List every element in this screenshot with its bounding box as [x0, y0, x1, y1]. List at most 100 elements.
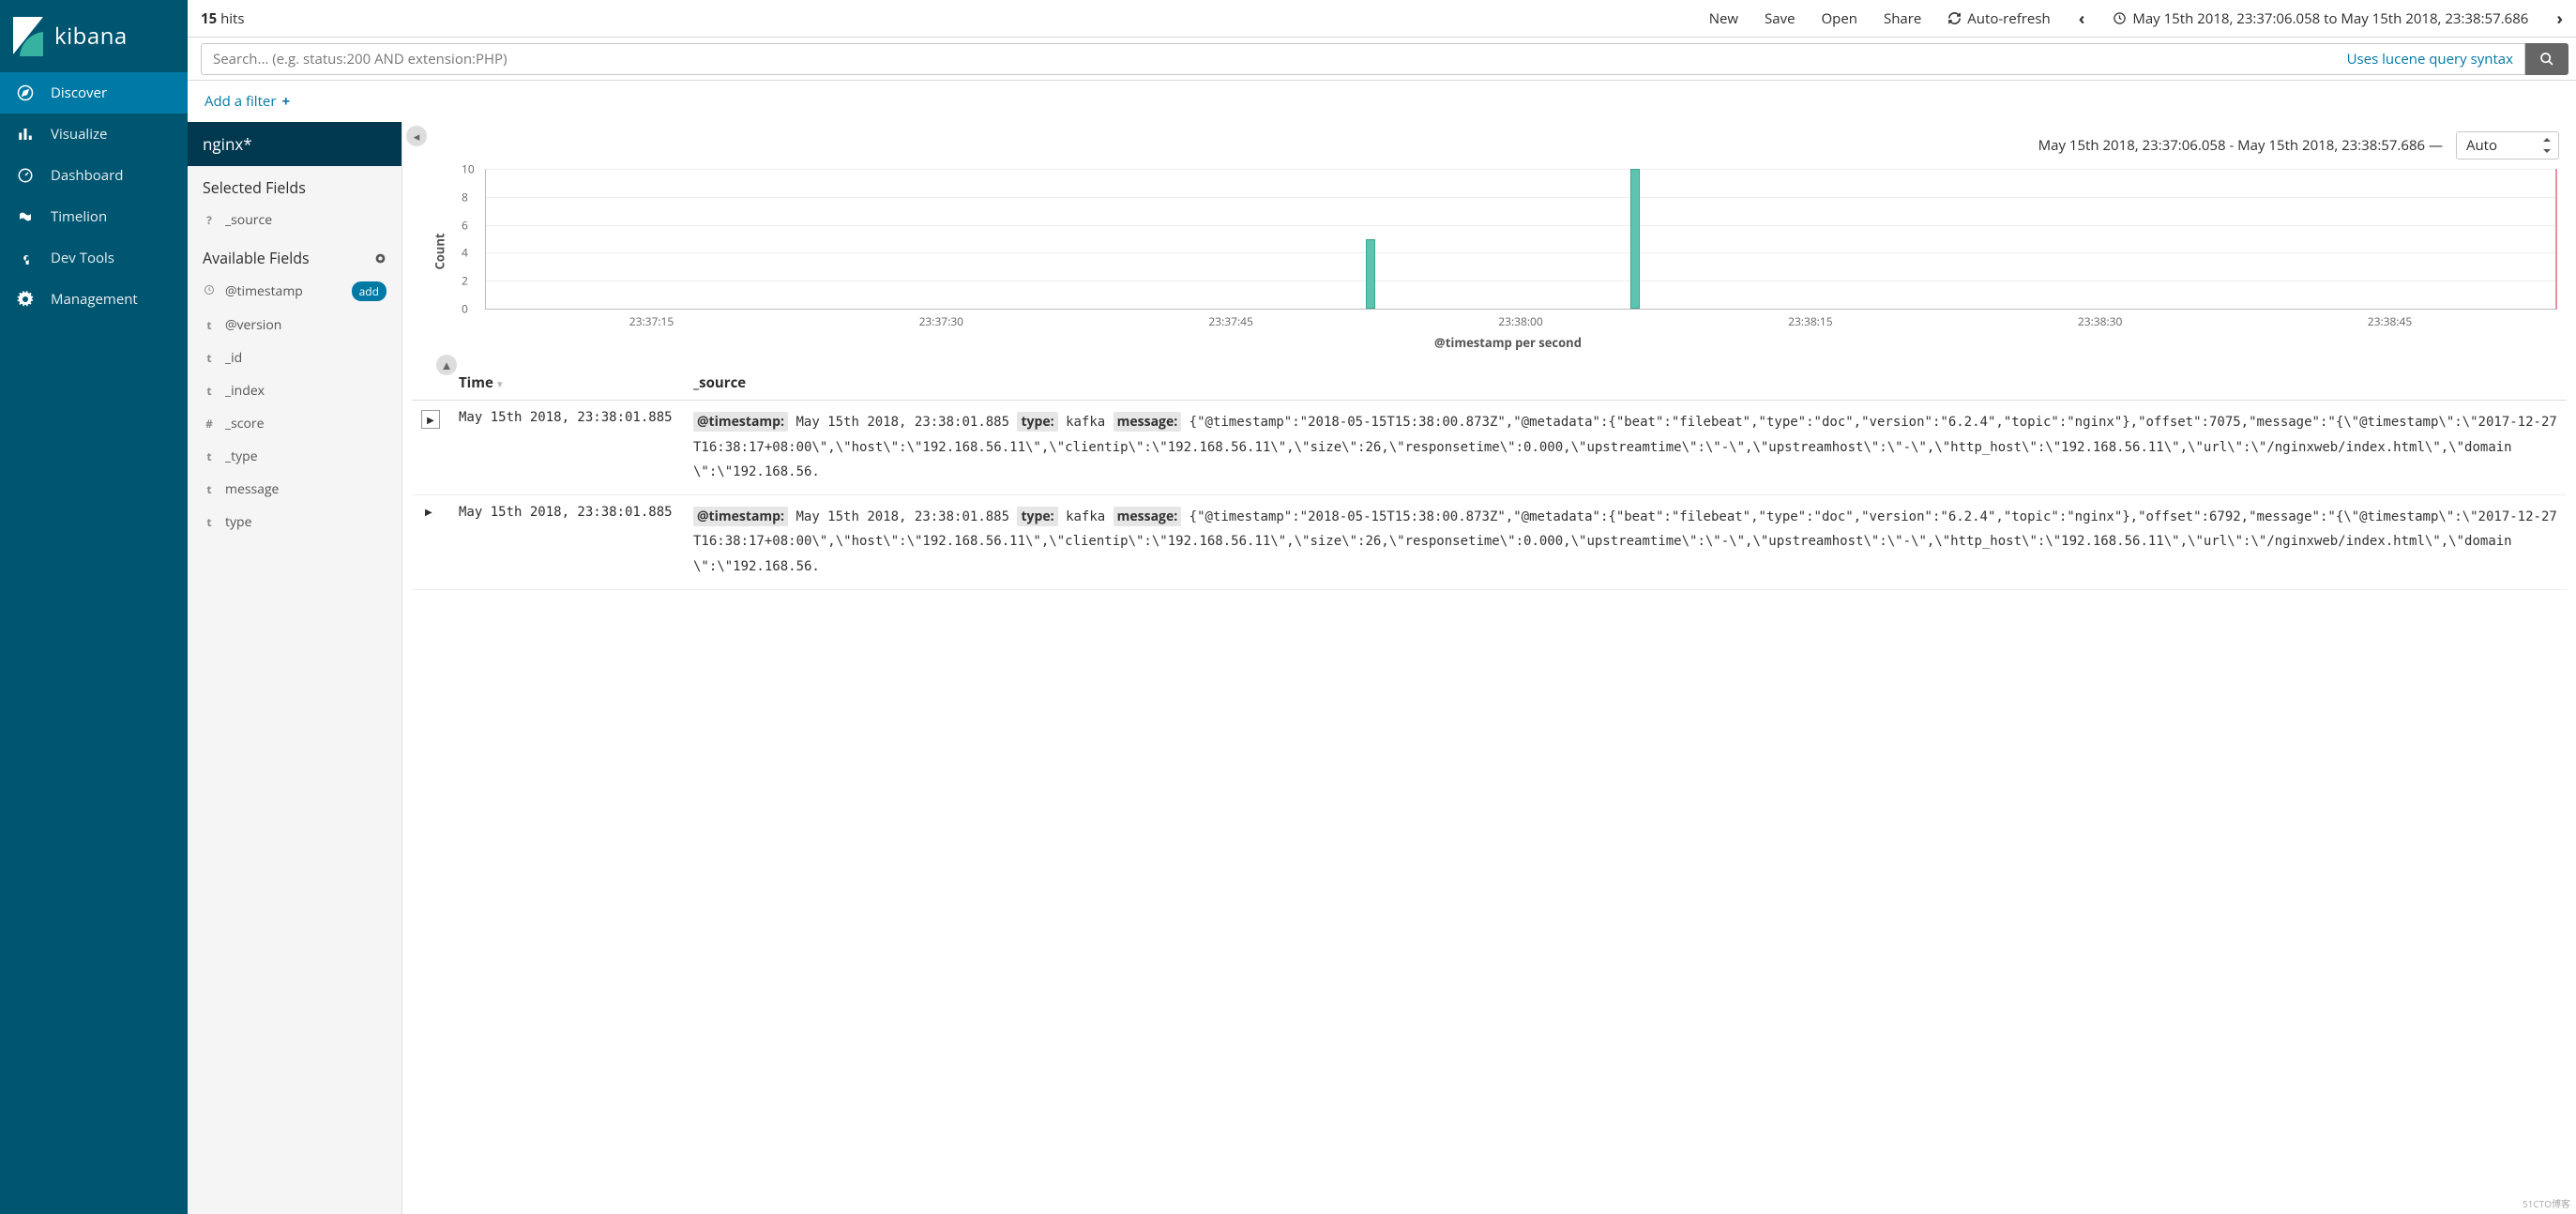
watermark: 51CTO博客 — [2523, 1196, 2570, 1210]
nav-label: Dashboard — [51, 166, 123, 185]
brand: kibana — [0, 0, 188, 72]
histogram-chart: Count 246810023:37:1523:37:3023:37:4523:… — [459, 169, 2557, 347]
field-type2[interactable]: ttype — [188, 506, 402, 539]
brand-name: kibana — [54, 21, 128, 52]
expand-row-button[interactable]: ▶ — [421, 410, 440, 429]
field-type[interactable]: t _type — [188, 440, 402, 473]
y-axis-label: Count — [432, 233, 448, 269]
field-source[interactable]: ? _source — [188, 204, 402, 236]
nav-dashboard[interactable]: Dashboard — [0, 155, 188, 196]
search-input[interactable]: Search... (e.g. status:200 AND extension… — [201, 43, 2525, 75]
nav-discover[interactable]: Discover — [0, 72, 188, 114]
field-sidebar: nginx* Selected Fields ? _source Availab… — [188, 122, 402, 1214]
source-header: _source — [684, 366, 2567, 401]
x-axis-label: @timestamp per second — [459, 334, 2557, 351]
index-pattern[interactable]: nginx* — [188, 122, 402, 166]
new-button[interactable]: New — [1705, 9, 1742, 28]
field-name: type — [225, 513, 251, 531]
time-prev-button[interactable]: ‹ — [2073, 8, 2091, 30]
nav-devtools[interactable]: Dev Tools — [0, 237, 188, 279]
fieldtype-unknown-icon: ? — [203, 212, 216, 228]
clock-icon — [203, 283, 216, 299]
field-name: message — [225, 480, 279, 498]
add-filter-button[interactable]: Add a filter + — [205, 92, 290, 111]
fieldtype-text-icon: t — [203, 317, 216, 333]
search-placeholder: Search... (e.g. status:200 AND extension… — [213, 50, 508, 68]
gauge-icon — [17, 167, 34, 184]
refresh-icon — [1947, 11, 1962, 25]
table-row: ▶ May 15th 2018, 23:38:01.885@timestamp: … — [412, 494, 2567, 589]
search-hint[interactable]: Uses lucene query syntax — [2347, 50, 2513, 68]
field-name: _type — [225, 448, 258, 465]
main: 15 hits New Save Open Share Auto-refresh… — [188, 0, 2576, 1214]
collapse-histogram-button[interactable]: ▲ — [436, 355, 457, 375]
nav-label: Management — [51, 290, 138, 309]
field-timestamp[interactable]: @timestamp add — [188, 274, 402, 309]
bar-chart-icon — [17, 126, 34, 143]
fieldtype-text-icon: t — [203, 350, 216, 366]
time-header[interactable]: Time▼ — [449, 366, 684, 401]
add-field-button[interactable]: add — [352, 281, 386, 301]
collapse-sidebar-button[interactable]: ◂ — [406, 126, 427, 146]
save-button[interactable]: Save — [1761, 9, 1798, 28]
field-name: _index — [225, 382, 265, 400]
sort-desc-icon: ▼ — [495, 377, 505, 390]
nav-label: Timelion — [51, 207, 107, 226]
histogram-bar[interactable] — [1630, 169, 1640, 309]
kibana-logo-icon — [13, 17, 43, 56]
field-name: @version — [225, 316, 281, 334]
plus-icon: + — [282, 92, 291, 111]
row-source: @timestamp: May 15th 2018, 23:38:01.885 … — [684, 494, 2567, 589]
table-row: ▶May 15th 2018, 23:38:01.885@timestamp: … — [412, 401, 2567, 495]
nav-visualize[interactable]: Visualize — [0, 114, 188, 155]
timerange-label: May 15th 2018, 23:37:06.058 to May 15th … — [2132, 9, 2528, 28]
field-message[interactable]: t message — [188, 473, 402, 506]
autorefresh-button[interactable]: Auto-refresh — [1944, 9, 2053, 28]
share-button[interactable]: Share — [1880, 9, 1925, 28]
nav-timelion[interactable]: Timelion — [0, 196, 188, 237]
selected-fields-header: Selected Fields — [188, 166, 402, 204]
field-id[interactable]: t _id — [188, 341, 402, 374]
fieldtype-number-icon: # — [203, 416, 216, 432]
available-fields-header: Available Fields — [188, 236, 402, 274]
search-button[interactable] — [2525, 43, 2568, 75]
topbar: 15 hits New Save Open Share Auto-refresh… — [188, 0, 2576, 38]
nav-label: Visualize — [51, 125, 107, 144]
histogram-range: May 15th 2018, 23:37:06.058 - May 15th 2… — [2038, 136, 2443, 155]
autorefresh-label: Auto-refresh — [1967, 9, 2050, 28]
clock-icon — [2113, 11, 2127, 25]
timerange-picker[interactable]: May 15th 2018, 23:37:06.058 to May 15th … — [2109, 9, 2532, 28]
open-button[interactable]: Open — [1818, 9, 1861, 28]
histogram-bar[interactable] — [1366, 239, 1375, 310]
fieldtype-text-icon: t — [203, 481, 216, 497]
timelion-icon — [17, 208, 34, 225]
compass-icon — [17, 84, 34, 101]
histogram-header: May 15th 2018, 23:37:06.058 - May 15th 2… — [412, 128, 2567, 169]
nav-management[interactable]: Management — [0, 279, 188, 320]
time-next-button[interactable]: › — [2551, 8, 2568, 30]
gear-icon[interactable] — [374, 252, 386, 265]
wrench-icon — [17, 250, 34, 266]
field-name: _id — [225, 349, 242, 367]
fieldtype-text-icon: t — [203, 514, 216, 530]
row-source: @timestamp: May 15th 2018, 23:38:01.885 … — [684, 401, 2567, 495]
nav-label: Discover — [51, 83, 107, 102]
field-name: _score — [225, 415, 265, 432]
side-nav: kibana Discover Visualize Dashboard Time… — [0, 0, 188, 1214]
field-name: _source — [225, 211, 272, 229]
fieldtype-text-icon: t — [203, 383, 216, 399]
hits-count: 15 hits — [201, 9, 245, 28]
field-index[interactable]: t _index — [188, 374, 402, 407]
nav-label: Dev Tools — [51, 249, 114, 267]
search-row: Search... (e.g. status:200 AND extension… — [188, 38, 2576, 81]
field-name: @timestamp — [225, 282, 303, 300]
gear-icon — [17, 291, 34, 308]
fieldtype-text-icon: t — [203, 448, 216, 464]
detail-panel: ◂ May 15th 2018, 23:37:06.058 - May 15th… — [402, 122, 2576, 1214]
row-time: May 15th 2018, 23:38:01.885 — [449, 494, 684, 589]
search-icon — [2539, 52, 2554, 67]
expand-row-button[interactable]: ▶ — [421, 505, 440, 518]
interval-select[interactable]: Auto — [2456, 131, 2559, 159]
field-score[interactable]: # _score — [188, 407, 402, 440]
field-version[interactable]: t @version — [188, 309, 402, 341]
